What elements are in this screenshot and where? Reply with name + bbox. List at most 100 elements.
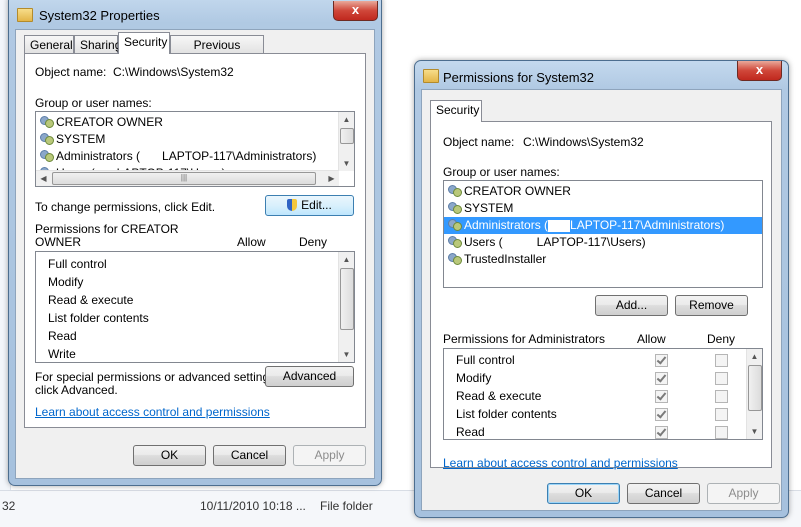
allow-checkbox[interactable] [655, 372, 668, 385]
list-item[interactable]: Administrators (LAPTOP-117\Administrator… [36, 148, 354, 165]
group-names-label: Group or user names: [35, 96, 152, 110]
allow-checkbox[interactable] [655, 408, 668, 421]
properties-titlebar[interactable]: System32 Properties x [9, 0, 381, 25]
permissions-for-label: Permissions for Administrators [443, 332, 606, 346]
status-type: File folder [320, 499, 373, 513]
tab-security[interactable]: Security [118, 32, 170, 54]
list-item[interactable]: CREATOR OWNER [444, 183, 762, 200]
permissions-for-label: Permissions for CREATOR [35, 222, 179, 236]
permissions-titlebar[interactable]: Permissions for System32 x [415, 61, 788, 91]
list-item[interactable]: CREATOR OWNER [36, 114, 354, 131]
scroll-right-icon[interactable]: ▶ [324, 171, 339, 186]
apply-button[interactable]: Apply [707, 483, 780, 504]
permissions-vscroll[interactable]: ▲ ▼ [338, 252, 354, 362]
allow-checkbox[interactable] [655, 426, 668, 439]
redacted-name [502, 236, 537, 249]
allow-header: Allow [637, 332, 666, 346]
scroll-thumb[interactable] [340, 268, 354, 330]
properties-title: System32 Properties [39, 8, 160, 23]
users-icon [39, 149, 55, 163]
permissions-title: Permissions for System32 [443, 70, 594, 85]
scroll-down-icon[interactable]: ▼ [747, 424, 762, 439]
permissions-for-label-line2: OWNER [35, 235, 81, 249]
scroll-up-icon[interactable]: ▲ [747, 349, 762, 364]
special-permissions-text-line2: click Advanced. [35, 383, 118, 397]
group-user-list[interactable]: CREATOR OWNER SYSTEM Administrators (LAP… [35, 111, 355, 187]
advanced-button[interactable]: Advanced [265, 366, 354, 387]
ok-button[interactable]: OK [547, 483, 620, 504]
permission-row: List folder contents [48, 311, 149, 325]
object-name-label: Object name: [35, 65, 107, 79]
permission-row: Read [48, 329, 77, 343]
permissions-tab-panel: Object name: C:\Windows\System32 Group o… [430, 121, 772, 470]
deny-header: Deny [299, 235, 328, 249]
properties-client-area: General Sharing Security Previous Versio… [15, 29, 375, 479]
remove-button[interactable]: Remove [675, 295, 748, 316]
change-permissions-text: To change permissions, click Edit. [35, 200, 216, 214]
permission-row: Read & execute [48, 293, 134, 307]
list-item[interactable]: SYSTEM [444, 200, 762, 217]
users-icon [447, 218, 463, 232]
list-item[interactable]: TrustedInstaller [444, 251, 762, 268]
permissions-close-button[interactable]: x [737, 61, 782, 81]
properties-close-button[interactable]: x [333, 1, 378, 21]
allow-checkbox[interactable] [655, 390, 668, 403]
scroll-thumb[interactable] [340, 128, 354, 144]
deny-header: Deny [707, 332, 736, 346]
object-name-value: C:\Windows\System32 [113, 65, 234, 79]
list-item[interactable]: SYSTEM [36, 131, 354, 148]
deny-checkbox[interactable] [715, 372, 728, 385]
group-user-list[interactable]: CREATOR OWNER SYSTEM Administrators (LAP… [443, 180, 763, 288]
scroll-down-icon[interactable]: ▼ [339, 347, 354, 362]
apply-button[interactable]: Apply [293, 445, 366, 466]
list-item[interactable]: Users (LAPTOP-117\Users) [444, 234, 762, 251]
cancel-button[interactable]: Cancel [213, 445, 286, 466]
status-left-text: 32 [2, 499, 16, 513]
scroll-left-icon[interactable]: ◀ [36, 171, 51, 186]
scroll-up-icon[interactable]: ▲ [339, 112, 354, 127]
permission-row: Write [48, 347, 76, 361]
redacted-name [548, 219, 571, 232]
group-names-label: Group or user names: [443, 165, 560, 179]
tab-general[interactable]: General [24, 35, 74, 54]
users-icon [447, 201, 463, 215]
tab-previous-versions[interactable]: Previous Versions [170, 35, 264, 70]
list-item-selected[interactable]: Administrators (LAPTOP-117\Administrator… [444, 217, 762, 234]
deny-checkbox[interactable] [715, 390, 728, 403]
permissions-vscroll[interactable]: ▲ ▼ [746, 349, 762, 439]
ok-button[interactable]: OK [133, 445, 206, 466]
object-name-label: Object name: [443, 135, 515, 149]
permission-row: Modify [48, 275, 84, 289]
access-control-help-link[interactable]: Learn about access control and permissio… [443, 456, 678, 470]
scroll-down-icon[interactable]: ▼ [339, 156, 354, 171]
redacted-name [140, 150, 163, 163]
permission-row: Full control [48, 257, 107, 271]
group-list-hscroll[interactable]: ◀ ||| ▶ [36, 170, 339, 186]
allow-header: Allow [237, 235, 266, 249]
tab-sharing[interactable]: Sharing [74, 35, 121, 54]
permissions-window: Permissions for System32 x Security Obje… [414, 60, 789, 518]
users-icon [447, 184, 463, 198]
scroll-thumb[interactable] [748, 365, 762, 411]
deny-checkbox[interactable] [715, 426, 728, 439]
permissions-list[interactable]: Full control Modify Read & execute List … [443, 348, 763, 440]
users-icon [39, 132, 55, 146]
users-icon [39, 115, 55, 129]
tab-security[interactable]: Security [430, 100, 482, 122]
deny-checkbox[interactable] [715, 408, 728, 421]
special-permissions-text: For special permissions or advanced sett… [35, 370, 279, 384]
scroll-up-icon[interactable]: ▲ [339, 252, 354, 267]
add-button[interactable]: Add... [595, 295, 668, 316]
group-list-vscroll[interactable]: ▲ ▼ [338, 112, 354, 171]
folder-icon [423, 69, 439, 83]
object-name-value: C:\Windows\System32 [523, 135, 644, 149]
scroll-thumb[interactable]: ||| [52, 172, 316, 185]
deny-checkbox[interactable] [715, 354, 728, 367]
access-control-help-link[interactable]: Learn about access control and permissio… [35, 405, 270, 419]
status-date: 10/11/2010 10:18 ... [200, 499, 306, 513]
edit-button[interactable]: Edit... [265, 195, 354, 216]
cancel-button[interactable]: Cancel [627, 483, 700, 504]
permissions-list[interactable]: Full control Modify Read & execute List … [35, 251, 355, 363]
users-icon [447, 235, 463, 249]
allow-checkbox[interactable] [655, 354, 668, 367]
